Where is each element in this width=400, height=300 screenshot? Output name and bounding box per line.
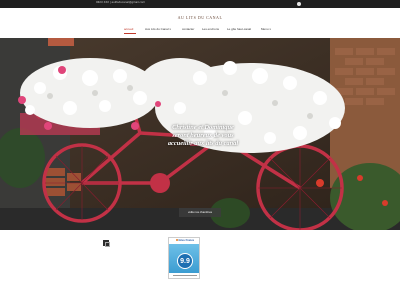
- nav-item-label: contacter: [182, 27, 195, 31]
- facebook-icon[interactable]: [297, 2, 301, 6]
- nav-item-label: accueil: [124, 27, 134, 31]
- nav-item-menu[interactable]: Menu▾: [261, 27, 271, 31]
- badge-score: 9.9: [177, 253, 193, 269]
- nav-item-label: Le gîte haut-canal: [227, 27, 252, 31]
- top-bar: 06XX XXX | aulitsducanal@gmail.com: [0, 0, 400, 8]
- chevron-down-icon: ▾: [269, 28, 271, 31]
- gallery-thumbnail[interactable]: [103, 240, 110, 247]
- badge-footer-line: [173, 275, 197, 276]
- rating-badge[interactable]: Gites France 9.9: [168, 237, 200, 279]
- contact-info: 06XX XXX | aulitsducanal@gmail.com: [96, 1, 145, 4]
- chevron-down-icon: ▾: [169, 28, 171, 31]
- nav-item-aux-lits[interactable]: Aux Lits du Canal▾: [145, 27, 171, 31]
- site-title[interactable]: AU LITS DU CANAL: [0, 15, 400, 20]
- nav-item-label: Aux Lits du Canal: [145, 27, 169, 31]
- nav-item-accueil[interactable]: accueil: [124, 27, 133, 31]
- nav-item-contacter[interactable]: contacter: [182, 27, 194, 31]
- nav-item-label: Les environs: [202, 27, 220, 31]
- nav-item-label: Menu: [261, 27, 269, 31]
- nav-item-gite[interactable]: Le gîte haut-canal: [227, 27, 251, 31]
- nav-item-environs[interactable]: Les environs: [202, 27, 219, 31]
- hero-headline: Christine et Dominique seront heureux de…: [167, 124, 239, 148]
- badge-brand: Gites France: [178, 239, 195, 242]
- badge-footer: [169, 273, 199, 278]
- active-nav-underline: [124, 33, 136, 34]
- hero-banner: Christine et Dominique seront heureux de…: [0, 38, 400, 230]
- rooms-button[interactable]: voilà nos chambres: [179, 208, 221, 217]
